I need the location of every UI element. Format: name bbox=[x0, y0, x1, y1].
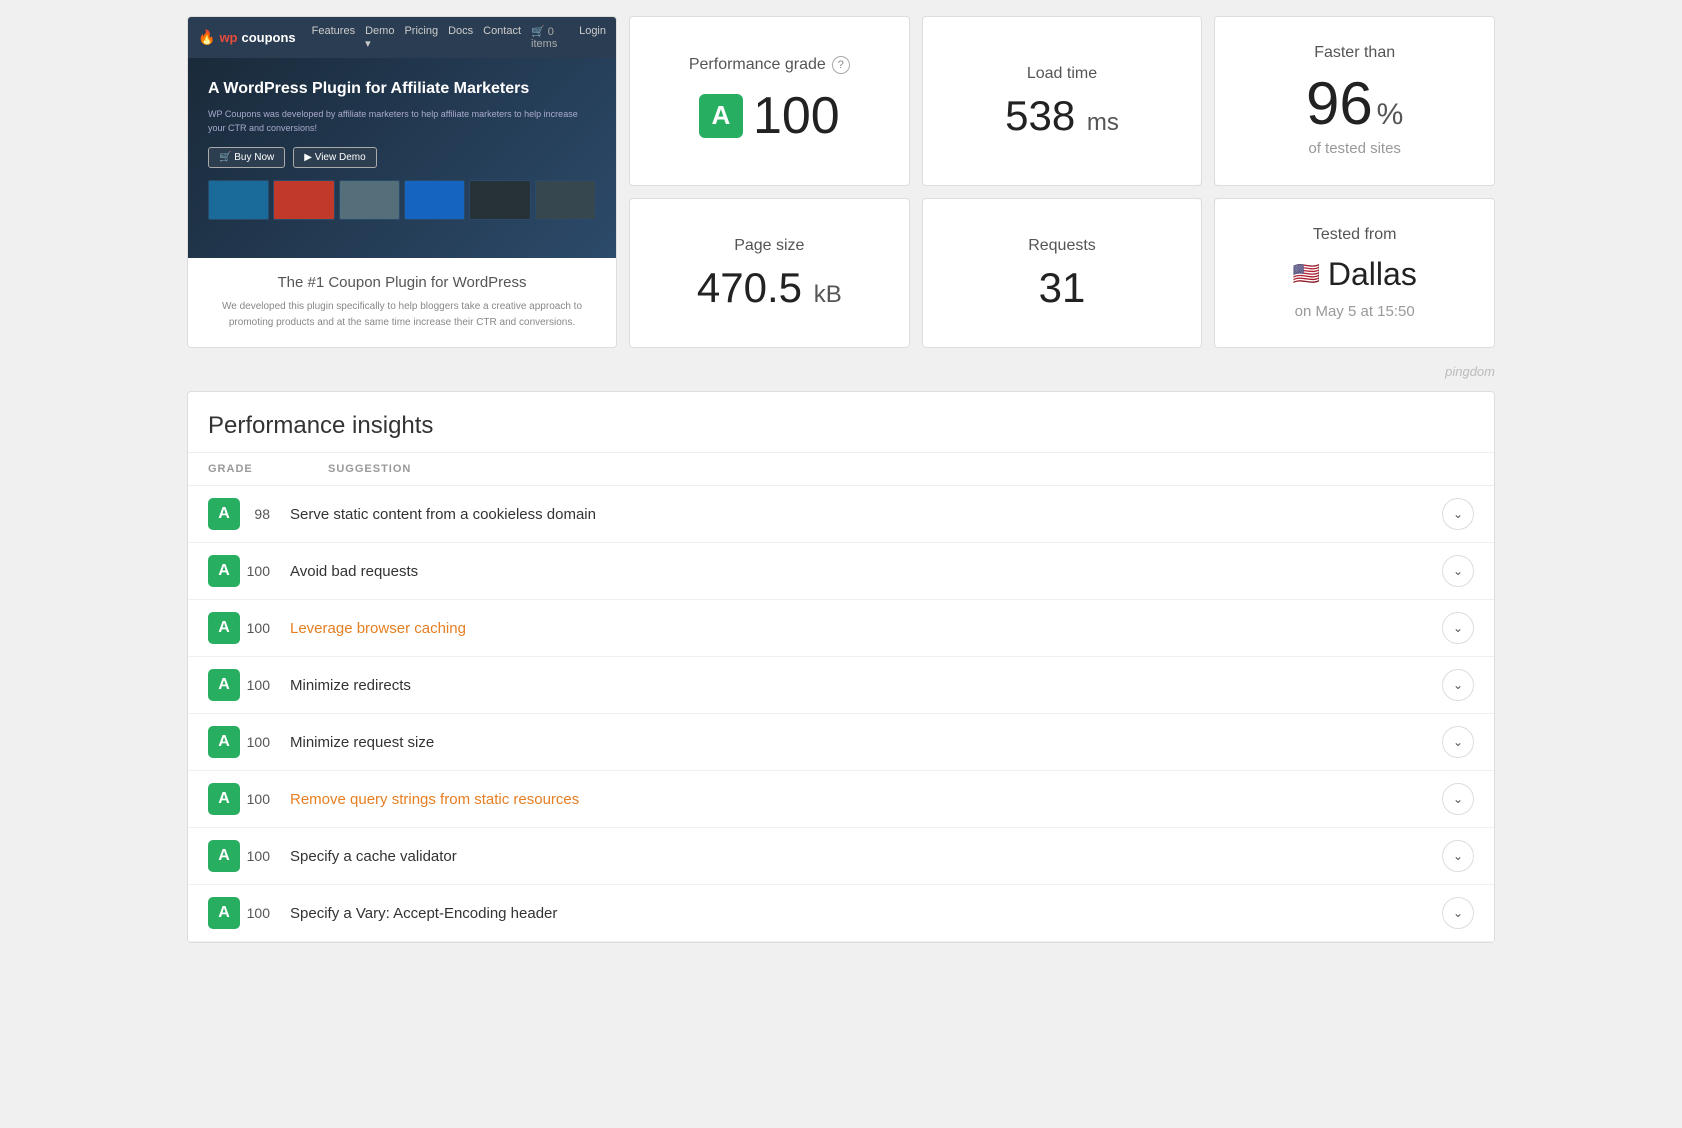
insight-badge: A bbox=[208, 726, 240, 758]
insights-title: Performance insights bbox=[208, 412, 1474, 440]
insight-row: A 100 Minimize request size ⌄ bbox=[188, 714, 1494, 771]
page-size-value: 470.5 kB bbox=[697, 267, 842, 309]
site-title: The #1 Coupon Plugin for WordPress bbox=[204, 274, 600, 291]
insight-badge: A bbox=[208, 840, 240, 872]
preview-footer: The #1 Coupon Plugin for WordPress We de… bbox=[188, 258, 616, 347]
browser-nav: Features Demo ▾ Pricing Docs Contact 🛒 0… bbox=[312, 25, 606, 50]
site-desc: We developed this plugin specifically to… bbox=[204, 299, 600, 331]
insights-section: Performance insights GRADE SUGGESTION A … bbox=[187, 391, 1495, 943]
performance-grade-label: Performance grade ? bbox=[689, 56, 850, 74]
chevron-down-icon[interactable]: ⌄ bbox=[1442, 612, 1474, 644]
insight-badge: A bbox=[208, 612, 240, 644]
insight-suggestion: Serve static content from a cookieless d… bbox=[290, 506, 1442, 523]
insight-score: 100 bbox=[240, 563, 290, 579]
insight-badge: A bbox=[208, 669, 240, 701]
top-grid: 🔥 wp coupons Features Demo ▾ Pricing Doc… bbox=[187, 16, 1495, 348]
demo-button[interactable]: ▶ View Demo bbox=[293, 147, 376, 168]
faster-than-card: Faster than 96 % of tested sites bbox=[1214, 16, 1495, 186]
hero-desc: WP Coupons was developed by affiliate ma… bbox=[208, 108, 596, 135]
insight-score: 100 bbox=[240, 848, 290, 864]
page-size-label: Page size bbox=[734, 237, 804, 255]
insight-row: A 100 Minimize redirects ⌄ bbox=[188, 657, 1494, 714]
insight-suggestion: Specify a Vary: Accept-Encoding header bbox=[290, 905, 1442, 922]
chevron-down-icon[interactable]: ⌄ bbox=[1442, 498, 1474, 530]
insight-badge: A bbox=[208, 897, 240, 929]
insight-badge: A bbox=[208, 498, 240, 530]
requests-value: 31 bbox=[1039, 267, 1086, 309]
browser-bar: 🔥 wp coupons Features Demo ▾ Pricing Doc… bbox=[188, 17, 616, 58]
thumb-2 bbox=[273, 180, 334, 220]
insight-suggestion: Avoid bad requests bbox=[290, 563, 1442, 580]
tested-location: Dallas bbox=[1328, 256, 1417, 293]
insight-suggestion: Remove query strings from static resourc… bbox=[290, 791, 1442, 808]
grade-badge: A bbox=[699, 94, 743, 138]
grade-score: 100 bbox=[753, 86, 840, 146]
insight-score: 100 bbox=[240, 734, 290, 750]
flame-icon: 🔥 bbox=[198, 29, 215, 46]
insight-score: 100 bbox=[240, 620, 290, 636]
chevron-down-icon[interactable]: ⌄ bbox=[1442, 726, 1474, 758]
performance-grade-card: Performance grade ? A 100 bbox=[629, 16, 910, 186]
insight-suggestion: Specify a cache validator bbox=[290, 848, 1442, 865]
buy-button[interactable]: 🛒 Buy Now bbox=[208, 147, 285, 168]
faster-than-value: 96 % bbox=[1306, 74, 1403, 134]
insights-header: Performance insights bbox=[188, 392, 1494, 452]
insight-row: A 100 Specify a cache validator ⌄ bbox=[188, 828, 1494, 885]
load-time-label: Load time bbox=[1027, 65, 1097, 83]
insight-badge: A bbox=[208, 555, 240, 587]
thumb-4 bbox=[404, 180, 465, 220]
preview-screenshot: A WordPress Plugin for Affiliate Markete… bbox=[188, 58, 616, 258]
preview-buttons: 🛒 Buy Now ▶ View Demo bbox=[208, 147, 596, 168]
load-time-card: Load time 538 ms bbox=[922, 16, 1203, 186]
chevron-down-icon[interactable]: ⌄ bbox=[1442, 897, 1474, 929]
preview-card: 🔥 wp coupons Features Demo ▾ Pricing Doc… bbox=[187, 16, 617, 348]
chevron-down-icon[interactable]: ⌄ bbox=[1442, 555, 1474, 587]
chevron-down-icon[interactable]: ⌄ bbox=[1442, 783, 1474, 815]
grade-score-container: A 100 bbox=[699, 86, 840, 146]
insight-score: 100 bbox=[240, 677, 290, 693]
insight-suggestion: Minimize redirects bbox=[290, 677, 1442, 694]
thumb-3 bbox=[339, 180, 400, 220]
thumb-1 bbox=[208, 180, 269, 220]
insights-rows: A 98 Serve static content from a cookiel… bbox=[188, 486, 1494, 942]
tested-from-label: Tested from bbox=[1313, 226, 1397, 244]
col-grade-header: GRADE bbox=[208, 463, 328, 475]
thumb-6 bbox=[535, 180, 596, 220]
insight-badge: A bbox=[208, 783, 240, 815]
requests-label: Requests bbox=[1028, 237, 1096, 255]
insight-row: A 100 Leverage browser caching ⌄ bbox=[188, 600, 1494, 657]
hero-title: A WordPress Plugin for Affiliate Markete… bbox=[208, 78, 596, 100]
insight-suggestion: Leverage browser caching bbox=[290, 620, 1442, 637]
page-size-card: Page size 470.5 kB bbox=[629, 198, 910, 349]
chevron-down-icon[interactable]: ⌄ bbox=[1442, 669, 1474, 701]
insight-suggestion: Minimize request size bbox=[290, 734, 1442, 751]
faster-than-label: Faster than bbox=[1314, 44, 1395, 62]
preview-thumbnails bbox=[208, 180, 596, 220]
help-icon[interactable]: ? bbox=[832, 56, 850, 74]
chevron-down-icon[interactable]: ⌄ bbox=[1442, 840, 1474, 872]
pingdom-attribution: pingdom bbox=[187, 360, 1495, 383]
load-time-value: 538 ms bbox=[1005, 95, 1119, 137]
tested-from-sub: on May 5 at 15:50 bbox=[1295, 303, 1415, 320]
insight-score: 98 bbox=[240, 506, 290, 522]
site-logo: 🔥 wp coupons bbox=[198, 29, 296, 46]
insight-row: A 100 Avoid bad requests ⌄ bbox=[188, 543, 1494, 600]
insight-row: A 100 Remove query strings from static r… bbox=[188, 771, 1494, 828]
flag-icon: 🇺🇸 bbox=[1292, 261, 1319, 287]
insight-row: A 100 Specify a Vary: Accept-Encoding he… bbox=[188, 885, 1494, 942]
thumb-5 bbox=[469, 180, 530, 220]
insight-score: 100 bbox=[240, 791, 290, 807]
requests-card: Requests 31 bbox=[922, 198, 1203, 349]
tested-from-row: 🇺🇸 Dallas bbox=[1292, 256, 1416, 293]
faster-than-sub: of tested sites bbox=[1308, 140, 1401, 157]
tested-from-card: Tested from 🇺🇸 Dallas on May 5 at 15:50 bbox=[1214, 198, 1495, 349]
main-container: 🔥 wp coupons Features Demo ▾ Pricing Doc… bbox=[171, 0, 1511, 959]
insights-table-header: GRADE SUGGESTION bbox=[188, 452, 1494, 486]
insight-row: A 98 Serve static content from a cookiel… bbox=[188, 486, 1494, 543]
col-suggestion-header: SUGGESTION bbox=[328, 463, 1474, 475]
insight-score: 100 bbox=[240, 905, 290, 921]
